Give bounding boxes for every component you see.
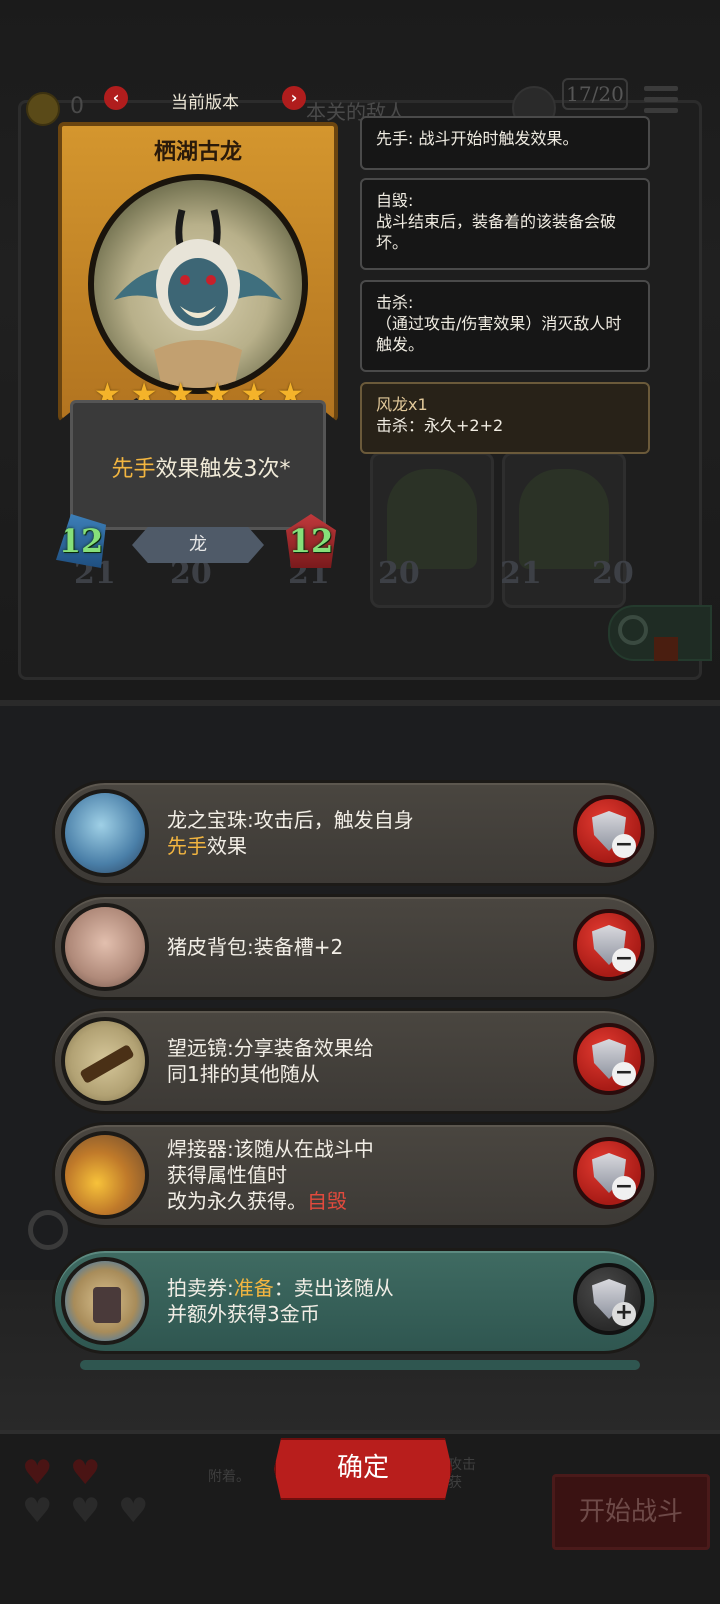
effect-keyword: 先手 — [111, 457, 156, 482]
dim-card-text: 攻击 — [448, 1457, 476, 1473]
menu-icon[interactable] — [644, 80, 678, 119]
life-heart-icon: ♥ — [70, 1453, 101, 1493]
magnifier-icon — [618, 615, 648, 645]
card-effect-panel: 先手效果触发3次* — [70, 400, 326, 530]
item-description: 龙之宝珠:攻击后，触发自身 先手效果 — [167, 783, 557, 883]
item-line: 同1排的其他随从 — [167, 1062, 320, 1086]
item-keyword: 准备 — [233, 1276, 274, 1300]
tooltip-title: 击杀: — [376, 293, 414, 312]
card-name: 栖湖古龙 — [153, 140, 242, 165]
life-heart-icon: ♥ — [70, 1491, 101, 1531]
item-description: 焊接器:该随从在战斗中 获得属性值时 改为永久获得。自毁 — [167, 1125, 557, 1225]
coin-count: 0 — [70, 94, 84, 119]
minus-icon: − — [612, 834, 636, 858]
effect-description: 效果触发3次* — [155, 457, 291, 482]
synergy-tooltip-wind-dragon: 风龙x1 击杀：永久+2+2 — [360, 382, 650, 454]
item-line: 猪皮背包:装备槽+2 — [167, 935, 344, 959]
equipment-item-pigskin-bag: 猪皮背包:装备槽+2 − — [52, 894, 657, 1000]
dragon-pearl-icon — [61, 789, 149, 877]
auction-ticket-icon — [61, 1257, 149, 1345]
unequip-button[interactable]: − — [573, 795, 645, 867]
dragon-art-icon — [114, 209, 282, 388]
tooltip-title: 自毁: — [376, 191, 414, 210]
plus-icon: + — [612, 1302, 636, 1326]
unequip-button[interactable]: − — [573, 1137, 645, 1209]
magnifier-icon — [28, 1210, 68, 1250]
item-warning-keyword: 自毁 — [307, 1189, 347, 1213]
item-line: 焊接器:该随从在战斗中 — [167, 1137, 374, 1161]
unequip-button[interactable]: − — [573, 909, 645, 981]
arrow-icon — [654, 637, 678, 661]
life-heart-icon: ♥ — [22, 1491, 53, 1531]
item-line: 望远镜:分享装备效果给 — [167, 1036, 374, 1060]
view-toggle-button[interactable] — [608, 605, 712, 661]
tooltip-title: 先手: 战斗开始时触发效果。 — [376, 129, 579, 148]
item-line: 效果 — [207, 834, 247, 858]
pigskin-bag-icon — [61, 903, 149, 991]
item-line: 获得属性值时 — [167, 1163, 287, 1187]
version-label: 当前版本 — [171, 93, 239, 113]
life-heart-icon: ♥ — [118, 1491, 149, 1531]
tooltip-body: 战斗结束后，装备着的该装备会破坏。 — [376, 212, 617, 252]
unequip-button[interactable]: − — [573, 1023, 645, 1095]
keyword-tooltip-kill: 击杀: （通过攻击/伤害效果）消灭敌人时触发。 — [360, 280, 650, 372]
equipment-item-welder: 焊接器:该随从在战斗中 获得属性值时 改为永久获得。自毁 − — [52, 1122, 657, 1228]
equipment-item-auction-ticket: 拍卖券:准备：卖出该随从 并额外获得3金币 + — [52, 1248, 657, 1354]
telescope-icon — [61, 1017, 149, 1105]
item-keyword: 先手 — [167, 834, 207, 858]
life-heart-icon: ♥ — [22, 1453, 53, 1493]
minus-icon: − — [612, 948, 636, 972]
dim-card-text: 附着。 — [208, 1469, 250, 1485]
keyword-tooltip-first-strike: 先手: 战斗开始时触发效果。 — [360, 116, 650, 170]
welder-icon — [61, 1131, 149, 1219]
unit-type-tag: 龙 — [132, 527, 264, 563]
item-line: 改为永久获得。 — [167, 1189, 307, 1213]
item-description: 望远镜:分享装备效果给 同1排的其他随从 — [167, 1011, 557, 1111]
tooltip-body: （通过攻击/伤害效果）消灭敌人时触发。 — [376, 314, 622, 354]
item-line: 龙之宝珠:攻击后，触发自身 — [167, 808, 414, 832]
next-item-edge — [80, 1360, 640, 1370]
tooltip-title: 风龙x1 — [376, 395, 428, 414]
card-effect-text: 先手效果触发3次* — [73, 451, 329, 483]
item-line: 拍卖券: — [167, 1276, 234, 1300]
coin-icon — [26, 92, 60, 126]
item-description: 拍卖券:准备：卖出该随从 并额外获得3金币 — [167, 1251, 557, 1351]
equipment-item-dragon-pearl: 龙之宝珠:攻击后，触发自身 先手效果 − — [52, 780, 657, 886]
minus-icon: − — [612, 1176, 636, 1200]
minus-icon: − — [612, 1062, 636, 1086]
unit-health: 20 — [378, 556, 420, 591]
unit-detail-card: 栖湖古龙 ★ ★ ★ ★ ★ ★ 先手效果触发3次* 龙 12 12 — [56, 122, 338, 568]
prev-version-button[interactable]: ‹ — [104, 86, 128, 110]
dragon-portrait — [88, 174, 308, 394]
item-description: 猪皮背包:装备槽+2 — [167, 897, 557, 997]
turn-counter: 17/20 — [562, 78, 628, 110]
tooltip-body: 击杀：永久+2+2 — [376, 416, 504, 435]
next-version-button[interactable]: › — [282, 86, 306, 110]
start-battle-button[interactable]: 开始战斗 — [552, 1474, 710, 1550]
confirm-button[interactable]: 确定 — [274, 1438, 452, 1500]
equip-button[interactable]: + — [573, 1263, 645, 1335]
equipment-item-telescope: 望远镜:分享装备效果给 同1排的其他随从 − — [52, 1008, 657, 1114]
item-line: 并额外获得3金币 — [167, 1302, 320, 1326]
unit-health: 20 — [592, 556, 634, 591]
item-line: ：卖出该随从 — [273, 1276, 394, 1300]
keyword-tooltip-self-destruct: 自毁: 战斗结束后，装备着的该装备会破坏。 — [360, 178, 650, 270]
unit-attack: 21 — [500, 556, 542, 591]
